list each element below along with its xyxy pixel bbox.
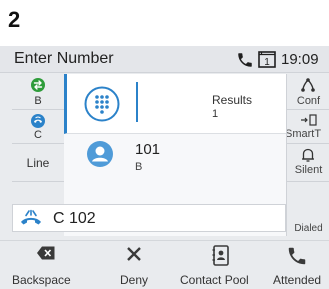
line-key-b[interactable]: B [12, 74, 64, 110]
conf-label: Conf [296, 95, 321, 107]
contact-number: 101 [135, 141, 161, 158]
step-number: 2 [8, 7, 21, 32]
softkey-bar: Backspace Deny Contact Pool Attended [0, 240, 329, 289]
silent-label: Silent [294, 164, 323, 176]
conference-icon [301, 78, 315, 92]
phone-handset-icon [288, 247, 306, 265]
results-count: 1 [212, 108, 219, 120]
deny-button[interactable]: Deny [90, 241, 180, 289]
contact-card-icon [212, 245, 229, 266]
divider [136, 82, 138, 122]
conf-key[interactable]: Conf [287, 74, 329, 110]
contact-avatar-icon [87, 141, 113, 167]
title-bar: Enter Number 1 19:09 [0, 46, 329, 73]
dialpad-icon[interactable] [84, 86, 120, 122]
contact-list-item[interactable]: 101 B [64, 134, 286, 184]
bell-icon [302, 148, 314, 162]
line-key-c-label: C [34, 129, 42, 141]
phone-screen: Enter Number 1 19:09 B C Line Results 1 … [0, 46, 329, 289]
smart-transfer-key[interactable]: SmartT [287, 110, 329, 144]
dialed-key[interactable]: Dialed [287, 182, 329, 236]
results-header: Results 1 [64, 74, 286, 134]
phone-hold-circle-icon [31, 114, 45, 128]
entered-number: C 102 [53, 210, 96, 227]
line-key-c[interactable]: C [12, 110, 64, 144]
transfer-circle-icon [31, 78, 45, 92]
page-title: Enter Number [14, 50, 114, 67]
clock: 19:09 [281, 51, 319, 68]
close-icon [127, 247, 141, 261]
deny-label: Deny [120, 273, 149, 287]
attended-label: Attended [273, 273, 322, 287]
results-label: Results [212, 93, 253, 107]
smart-transfer-icon [301, 114, 317, 126]
dialed-label: Dialed [294, 223, 323, 234]
backspace-icon [37, 246, 55, 260]
outgoing-call-icon [21, 209, 41, 225]
number-entry-field[interactable]: C 102 [12, 204, 286, 232]
silent-key[interactable]: Silent [287, 144, 329, 182]
status-area: 1 19:09 [236, 50, 319, 70]
phone-handset-icon [236, 51, 254, 69]
contact-pool-button[interactable]: Contact Pool [180, 241, 270, 289]
line-key-b-label: B [34, 95, 42, 107]
line-badge-icon: 1 [258, 51, 278, 69]
backspace-label: Backspace [12, 273, 71, 287]
line-number: 1 [264, 57, 270, 68]
right-function-keys: Conf SmartT Silent Dialed [286, 74, 329, 236]
backspace-button[interactable]: Backspace [0, 241, 90, 289]
contact-name: B [135, 161, 143, 173]
smart-transfer-label: SmartT [287, 128, 322, 140]
attended-transfer-button[interactable]: Attended [270, 241, 329, 289]
line-key-line[interactable]: Line [12, 144, 64, 182]
line-key-line-label: Line [26, 156, 50, 170]
contact-pool-label: Contact Pool [180, 273, 249, 287]
